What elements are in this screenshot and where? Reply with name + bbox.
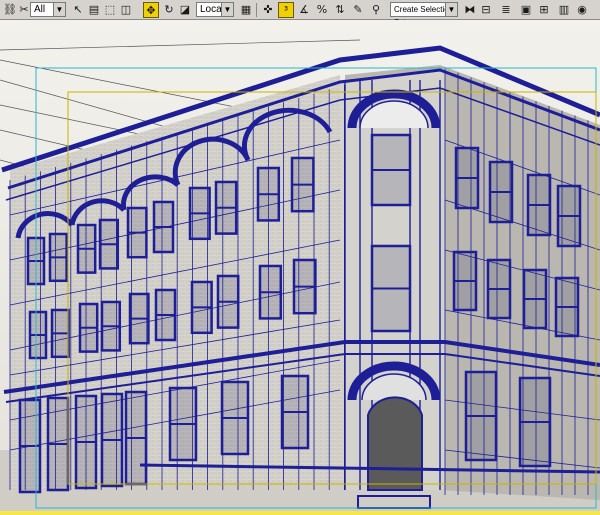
manipulate-icon[interactable]: ✜ [260,2,276,18]
reference-coord-dropdown[interactable]: Local ▼ [196,2,234,17]
selection-filter-value: All [34,4,46,15]
angle-snap-icon[interactable]: ∡ [296,2,312,18]
named-selection-dropdown[interactable]: Create Selection Set ▼ [390,2,458,27]
chevron-down-icon: ▼ [53,3,65,16]
viewport-bottom-highlight [0,511,600,515]
perspective-viewport[interactable] [0,20,600,515]
selection-filter-dropdown[interactable]: All ▼ [30,2,66,17]
main-toolbar: ⛓ ✂ All ▼ ↖ ▤ ⬚ ◫ ✥ ↻ ◪ Local ▼ ▦ ✜ ³ ∡ … [0,0,600,27]
select-move-icon[interactable]: ✥ [143,2,159,18]
building-wireframe [0,20,600,515]
chevron-down-icon: ▼ [445,3,457,16]
toolbar-separator [256,3,257,17]
edit-named-sets-icon[interactable]: ✎ [350,2,366,18]
mirror-icon[interactable]: ⧓ [462,2,478,18]
spinner-snap-icon[interactable]: ⇅ [332,2,348,18]
rectangle-region-icon[interactable]: ⬚ [102,2,118,18]
material-editor-icon[interactable]: ▥ [556,2,572,18]
render-icon[interactable]: ◉ [574,2,590,18]
layer-manager-icon[interactable]: ≣ [498,2,514,18]
curve-editor-icon[interactable]: ▣ [518,2,534,18]
chevron-down-icon: ▼ [221,3,233,16]
select-scale-icon[interactable]: ◪ [177,2,193,18]
select-object-icon[interactable]: ↖ [70,2,86,18]
arched-doorway [367,396,423,491]
select-rotate-icon[interactable]: ↻ [161,2,177,18]
align-icon[interactable]: ⊟ [478,2,494,18]
schematic-view-icon[interactable]: ⊞ [536,2,552,18]
named-sets-icon[interactable]: ⚲ [368,2,384,18]
percent-snap-icon[interactable]: % [314,2,330,18]
snap-3d-icon[interactable]: ³ [278,2,294,18]
pivot-icon[interactable]: ▦ [238,2,254,18]
select-by-name-icon[interactable]: ▤ [86,2,102,18]
window-crossing-icon[interactable]: ◫ [118,2,134,18]
